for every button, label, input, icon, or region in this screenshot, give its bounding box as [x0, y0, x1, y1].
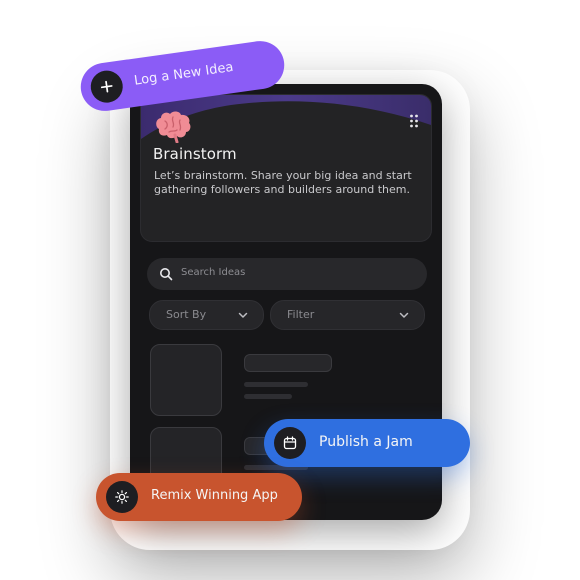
chevron-down-icon: [399, 312, 409, 318]
remix-winning-app-label: Remix Winning App: [151, 488, 278, 503]
search-placeholder: Search Ideas: [181, 267, 246, 278]
sun-icon-circle: [106, 481, 138, 513]
idea-meta-placeholder: [244, 382, 308, 387]
brain-icon: [156, 111, 191, 143]
chevron-down-icon: [238, 312, 248, 318]
log-new-idea-label: Log a New Idea: [133, 59, 235, 89]
idea-thumbnail-placeholder[interactable]: [150, 344, 222, 416]
sun-icon: [115, 490, 129, 504]
plus-icon: [100, 80, 113, 93]
hero-description: Let’s brainstorm. Share your big idea an…: [154, 169, 412, 196]
hero-title: Brainstorm: [153, 145, 237, 163]
calendar-icon-circle: [274, 427, 306, 459]
idea-meta-placeholder: [244, 394, 292, 399]
publish-jam-label: Publish a Jam: [319, 434, 413, 450]
calendar-icon: [283, 436, 297, 450]
drag-handle-icon[interactable]: [409, 113, 419, 129]
remix-winning-app-button[interactable]: Remix Winning App: [96, 473, 302, 521]
search-icon: [160, 268, 173, 281]
search-input[interactable]: Search Ideas: [147, 258, 427, 290]
add-icon-circle: [88, 68, 125, 105]
sort-by-label: Sort By: [166, 308, 207, 321]
brainstorm-hero-card: Brainstorm Let’s brainstorm. Share your …: [140, 94, 432, 242]
filter-dropdown[interactable]: Filter: [270, 300, 425, 330]
idea-title-placeholder: [244, 354, 332, 372]
filter-label: Filter: [287, 308, 315, 321]
publish-jam-button[interactable]: Publish a Jam: [264, 419, 470, 467]
sort-by-dropdown[interactable]: Sort By: [149, 300, 264, 330]
